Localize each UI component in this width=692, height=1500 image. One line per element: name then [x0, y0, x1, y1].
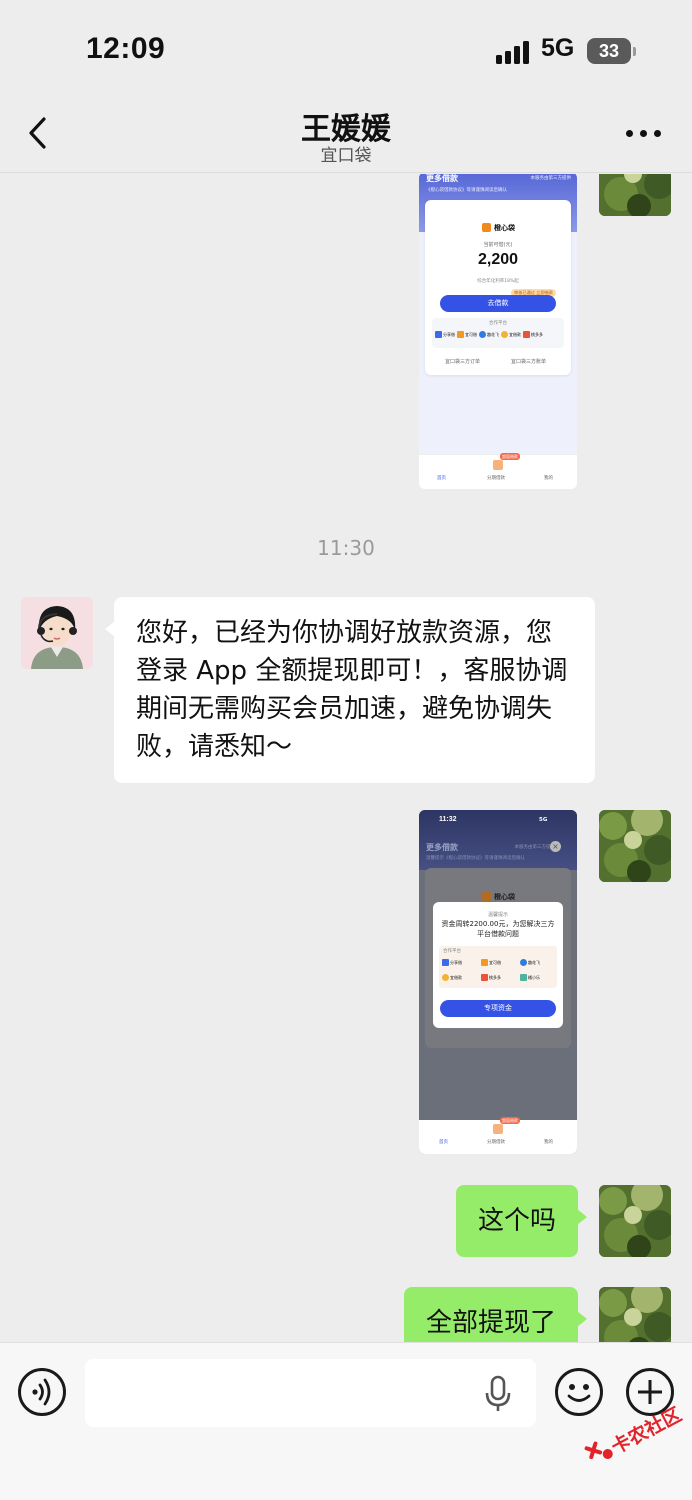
battery-cap [633, 47, 636, 56]
shot2-section-note: 本服务由第三方提供 [514, 845, 556, 850]
input-bar [0, 1342, 692, 1500]
message-bubble-self[interactable]: 全部提现了 [403, 1287, 588, 1342]
avatar-agent[interactable] [21, 597, 93, 669]
shot1-link-bills[interactable]: 宜口袋三方账单 [511, 358, 546, 365]
avatar-self[interactable] [599, 1185, 671, 1257]
avatar-self[interactable] [599, 1287, 671, 1342]
shot1-section-title: 更多借款 [426, 174, 458, 183]
timestamp: 11:30 [317, 536, 375, 560]
shot2-badge: 超值借款 [500, 1117, 520, 1124]
shot1-amount-label: 当前可借(元) [483, 242, 513, 248]
status-bar: 12:09 5G 33 [0, 0, 692, 100]
image-message-loan-app[interactable]: 更多借款 本服务由第三方提供 《橙心袋借款协议》等请谨慎阅读后确认 橙心袋 当前… [419, 174, 577, 489]
microphone-icon[interactable] [483, 1375, 513, 1413]
shot1-rate-note: 综合年化利率18%起 [477, 279, 519, 284]
shot1-amount: 2,200 [477, 251, 519, 268]
message-text: 全部提现了 [425, 1308, 556, 1338]
shot1-partner: 宜借款 [501, 331, 521, 338]
signal-icon [496, 40, 532, 64]
chat-area[interactable]: 更多借款 本服务由第三方提供 《橙心袋借款协议》等请谨慎阅读后确认 橙心袋 当前… [0, 174, 692, 1342]
shot2-tab-home[interactable]: 首页 [439, 1139, 448, 1145]
voice-toggle-button[interactable] [18, 1368, 66, 1416]
message-text: 您好，已经为你协调好放款资源，您登录 App 全额提现即可！，客服协调期间无需购… [136, 618, 568, 762]
shot2-partner: 宜借款 [442, 974, 462, 981]
shot2-fund-button[interactable]: 专项资金 [440, 1000, 556, 1017]
shot2-partner: 宜可借 [481, 959, 501, 966]
shot1-tab-loan[interactable]: 分期借款 [487, 475, 505, 481]
shot2-partner: 橘小乐 [520, 974, 540, 981]
more-button[interactable] [624, 128, 664, 140]
shot1-brand: 橙心袋 [494, 224, 515, 232]
shot2-notice: 温馨提示《橙心袋借款协议》等请谨慎阅读后确认 [426, 856, 525, 861]
shot2-dialog: 温馨提示 资金周转2200.00元，为您解决三方平台借款问题 合作平台 分享借 … [433, 902, 563, 1028]
avatar-self[interactable] [599, 810, 671, 882]
smile-icon [567, 1384, 591, 1402]
shot1-tab-mine[interactable]: 我的 [544, 475, 553, 481]
shot2-partner: 趣花飞 [520, 959, 540, 966]
shot1-notice: 《橙心袋借款协议》等请谨慎阅读后确认 [426, 188, 507, 193]
shot2-close-icon[interactable]: × [550, 841, 561, 852]
message-bubble-self[interactable]: 这个吗 [455, 1185, 588, 1257]
shot1-partner-title: 合作平台 [489, 321, 507, 326]
shot2-tab-mine[interactable]: 我的 [544, 1139, 553, 1145]
shot1-partner: 桃多多 [523, 331, 543, 338]
shot1-tab-home[interactable]: 首页 [437, 475, 446, 481]
image-message-loan-dialog[interactable]: 11:32 5G 更多借款 本服务由第三方提供 × 温馨提示《橙心袋借款协议》等… [419, 810, 577, 1154]
message-text: 这个吗 [477, 1206, 556, 1236]
shot2-partner-title: 合作平台 [443, 949, 461, 954]
emoji-button[interactable] [555, 1368, 603, 1416]
shot2-section-title: 更多借款 [426, 843, 458, 852]
chat-header: 王媛媛 宜口袋 [0, 100, 692, 173]
shot2-brand: 橙心袋 [494, 893, 515, 901]
shot2-tab-loan[interactable]: 分期借款 [487, 1139, 505, 1145]
shot1-link-orders[interactable]: 宜口袋三方订单 [445, 358, 480, 365]
chat-subtitle: 宜口袋 [320, 146, 372, 166]
battery-icon: 33 [587, 38, 631, 64]
voice-icon [32, 1378, 51, 1406]
message-input[interactable] [85, 1359, 536, 1427]
shot1-section-note: 本服务由第三方提供 [530, 176, 572, 181]
shot1-partner: 分享借 [435, 331, 455, 338]
network-type: 5G [541, 34, 575, 62]
shot2-dialog-title: 温馨提示 [487, 912, 508, 918]
shot1-partner: 宜可借 [457, 331, 477, 338]
status-time: 12:09 [86, 32, 166, 65]
shot1-partner: 趣花飞 [479, 331, 499, 338]
shot1-borrow-button[interactable]: 去借款 [440, 295, 556, 312]
shot2-status: 5G [539, 817, 548, 823]
shot2-partner: 桃多多 [481, 974, 501, 981]
shot2-dialog-text: 资金周转2200.00元，为您解决三方平台借款问题 [441, 920, 555, 938]
message-bubble-agent[interactable]: 您好，已经为你协调好放款资源，您登录 App 全额提现即可！，客服协调期间无需购… [105, 597, 595, 783]
shot2-partner: 分享借 [442, 959, 462, 966]
shot2-time: 11:32 [439, 816, 457, 823]
shot1-badge: 超值借款 [500, 453, 520, 460]
avatar-self[interactable] [599, 174, 671, 216]
